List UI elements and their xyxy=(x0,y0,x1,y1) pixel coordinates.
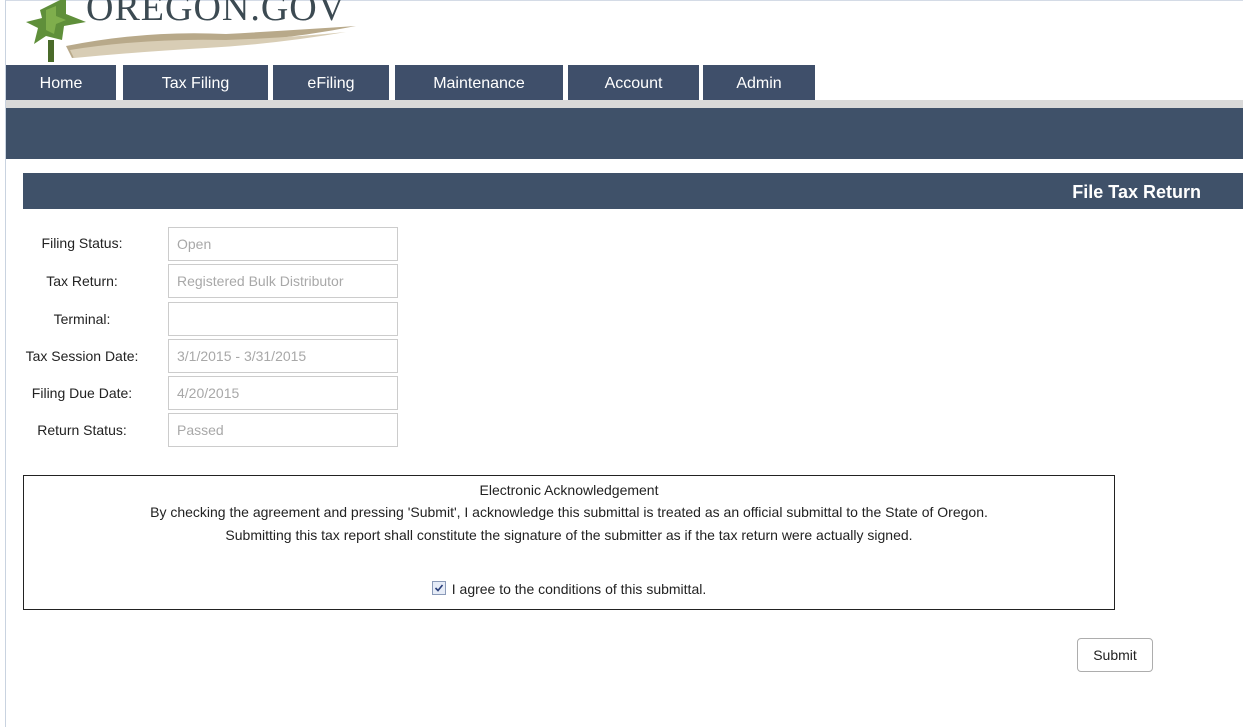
tax-session-date-label: Tax Session Date: xyxy=(25,348,139,364)
main-navigation: Home Tax Filing eFiling Maintenance Acco… xyxy=(6,65,1243,100)
agree-checkbox[interactable] xyxy=(431,581,446,595)
page-title: File Tax Return xyxy=(1072,182,1201,202)
subnav-bar xyxy=(6,108,1243,159)
return-status-label: Return Status: xyxy=(37,422,127,438)
filing-status-label: Filing Status: xyxy=(41,235,123,251)
filing-status-field[interactable] xyxy=(168,227,398,261)
terminal-field[interactable] xyxy=(168,302,398,336)
checkmark-icon xyxy=(434,584,443,592)
tax-return-label: Tax Return: xyxy=(46,273,118,289)
filing-due-date-label: Filing Due Date: xyxy=(31,385,133,401)
nav-tab-home[interactable]: Home xyxy=(6,65,116,100)
nav-divider xyxy=(6,100,1243,108)
return-status-field[interactable] xyxy=(168,413,398,447)
nav-tab-account[interactable]: Account xyxy=(568,65,699,100)
nav-tab-tax-filing[interactable]: Tax Filing xyxy=(123,65,268,100)
acknowledgement-text-1: By checking the agreement and pressing '… xyxy=(150,504,988,520)
tax-session-date-field[interactable] xyxy=(168,339,398,373)
oregon-logo[interactable]: OREGON.GOV xyxy=(26,0,356,64)
nav-tab-efiling[interactable]: eFiling xyxy=(273,65,389,100)
agreement-row: I agree to the conditions of this submit… xyxy=(24,581,1114,597)
nav-tab-admin[interactable]: Admin xyxy=(703,65,815,100)
logo-text: OREGON.GOV xyxy=(86,0,347,29)
acknowledgement-title: Electronic Acknowledgement xyxy=(479,482,659,498)
acknowledgement-text-2: Submitting this tax report shall constit… xyxy=(225,527,913,543)
section-header: File Tax Return xyxy=(23,173,1243,209)
submit-button[interactable]: Submit xyxy=(1077,638,1153,672)
filing-due-date-field[interactable] xyxy=(168,376,398,410)
agree-label[interactable]: I agree to the conditions of this submit… xyxy=(452,581,706,597)
acknowledgement-box: Electronic Acknowledgement By checking t… xyxy=(23,475,1115,610)
nav-tab-maintenance[interactable]: Maintenance xyxy=(395,65,563,100)
tax-return-field[interactable] xyxy=(168,264,398,298)
terminal-label: Terminal: xyxy=(53,311,111,327)
